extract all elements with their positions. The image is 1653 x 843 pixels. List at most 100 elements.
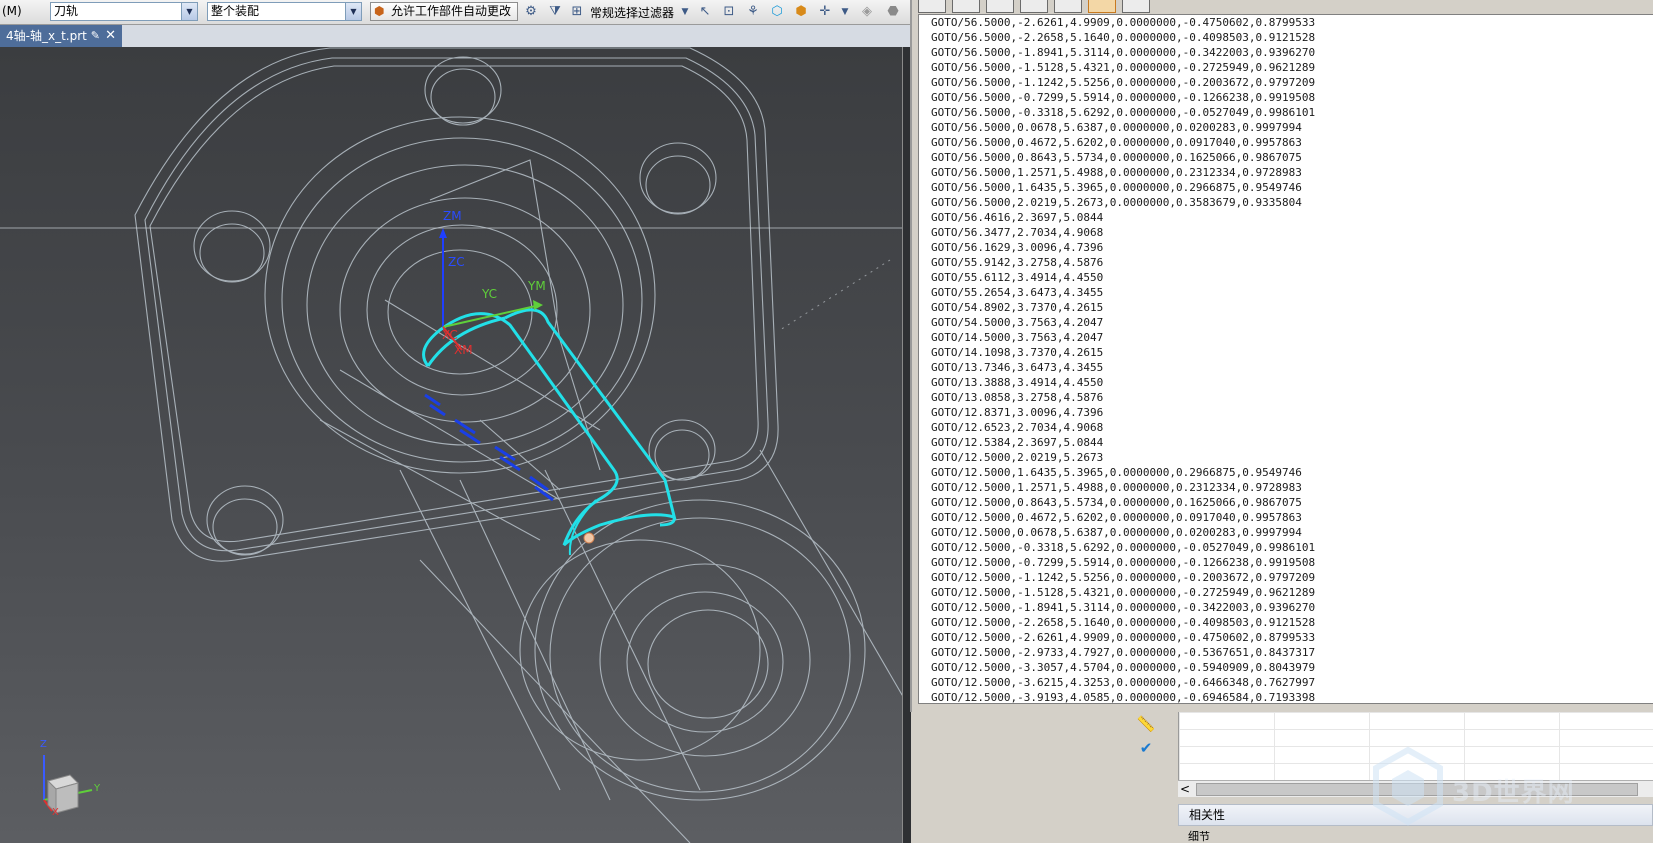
information-window: GOTO/56.5000,-2.6261,4.9909,0.0000000,-0… [910, 0, 1653, 712]
info-line: GOTO/12.5000,-0.3318,5.6292,0.0000000,-0… [931, 541, 1316, 554]
find-icon[interactable] [1020, 0, 1048, 13]
info-line: GOTO/56.5000,-1.1242,5.5256,0.0000000,-0… [931, 76, 1316, 89]
info-line: GOTO/56.3477,2.7034,4.9068 [931, 226, 1104, 239]
chevron-down-icon[interactable]: ▼ [676, 3, 694, 21]
copy-icon[interactable] [986, 0, 1014, 13]
allow-work-part-change-button[interactable]: ⬢ 允许工作部件自动更改 [370, 2, 518, 21]
save-icon[interactable] [952, 0, 980, 13]
close-icon[interactable]: ✕ [105, 25, 116, 47]
info-line: GOTO/55.6112,3.4914,4.4550 [931, 271, 1104, 284]
hexagon-icon[interactable]: ⬡ [768, 3, 786, 21]
info-line: GOTO/56.5000,-0.7299,5.5914,0.0000000,-0… [931, 91, 1316, 104]
filter-funnel-icon[interactable]: ⧩ [546, 3, 564, 21]
triad-z-label: Z [40, 739, 47, 750]
info-line: GOTO/14.1098,3.7370,4.2615 [931, 346, 1104, 359]
selection-toolbar: (M) 刀轨 ▼ 整个装配 ▼ ⬢ 允许工作部件自动更改 ⚙ ⧩ ⊞ 常规选择过… [0, 0, 910, 25]
info-line: GOTO/54.8902,3.7370,4.2615 [931, 301, 1104, 314]
info-line: GOTO/56.5000,0.8643,5.5734,0.0000000,0.1… [931, 151, 1302, 164]
wcs-xc-label: XC [442, 328, 458, 342]
info-line: GOTO/56.4616,2.3697,5.0844 [931, 211, 1104, 224]
triad-x-label: X [52, 807, 59, 818]
info-line: GOTO/12.5000,0.8643,5.5734,0.0000000,0.1… [931, 496, 1302, 509]
constraint-icon[interactable]: ✔ [1136, 738, 1156, 758]
ruler-icon[interactable]: 📏 [1136, 714, 1156, 734]
info-window-toolbar [912, 0, 1653, 14]
wcs-yc-label: YC [482, 287, 498, 301]
info-line: GOTO/12.5384,2.3697,5.0844 [931, 436, 1104, 449]
info-line: GOTO/12.5000,-3.3057,4.5704,0.0000000,-0… [931, 661, 1316, 674]
menu-label[interactable]: (M) [2, 4, 22, 18]
feature-icon[interactable]: ⚘ [744, 3, 762, 21]
info-line: GOTO/56.5000,1.6435,5.3965,0.0000000,0.2… [931, 181, 1302, 194]
type-filter-combo[interactable]: 刀轨 ▼ [50, 2, 198, 21]
info-line: GOTO/12.5000,-1.5128,5.4321,0.0000000,-0… [931, 586, 1316, 599]
info-line: GOTO/13.0858,3.2758,4.5876 [931, 391, 1104, 404]
chevron-down-icon: ▼ [181, 3, 197, 20]
chevron-down-icon[interactable]: ▼ [836, 3, 854, 21]
resource-bar: 📏 ✔ [1128, 712, 1164, 843]
scope-filter-combo[interactable]: 整个装配 ▼ [207, 2, 362, 21]
watermark-logo [1373, 746, 1443, 826]
triad-y-label: Y [94, 783, 101, 794]
watermark-text: 3D世界网 [1452, 778, 1575, 808]
wrap-icon[interactable] [1088, 0, 1116, 13]
component-icon[interactable]: ⬢ [792, 3, 810, 21]
info-line: GOTO/14.5000,3.7563,4.2047 [931, 331, 1104, 344]
type-filter-value: 刀轨 [54, 4, 79, 18]
sheet-icon[interactable]: ⬣ [884, 3, 902, 21]
info-line: GOTO/56.5000,-1.8941,5.3114,0.0000000,-0… [931, 46, 1316, 59]
edit-icon[interactable]: ✎ [91, 25, 100, 47]
selection-filter-icon[interactable]: ⊞ [568, 3, 586, 21]
info-line: GOTO/56.5000,0.0678,5.6387,0.0000000,0.0… [931, 121, 1302, 134]
chevron-down-icon: ▼ [345, 3, 361, 20]
wcs-xm-label: XM [454, 343, 473, 357]
info-line: GOTO/12.5000,-3.6215,4.3253,0.0000000,-0… [931, 676, 1316, 689]
graphics-viewport[interactable]: ZM ZC YC YM XC XM Z Y X [0, 47, 905, 843]
info-line: GOTO/56.1629,3.0096,4.7396 [931, 241, 1104, 254]
info-line: GOTO/12.6523,2.7034,4.9068 [931, 421, 1104, 434]
info-line: GOTO/56.5000,-0.3318,5.6292,0.0000000,-0… [931, 106, 1316, 119]
scroll-left-icon[interactable]: < [1180, 781, 1190, 797]
view-triad[interactable]: Z Y X [30, 737, 110, 818]
point-snap-icon[interactable]: ✛ [816, 3, 834, 21]
pointer-icon[interactable]: ↖ [696, 3, 714, 21]
wcs-zc-label: ZC [448, 255, 465, 269]
info-line: GOTO/56.5000,1.2571,5.4988,0.0000000,0.2… [931, 166, 1302, 179]
info-line: GOTO/56.5000,-2.6261,4.9909,0.0000000,-0… [931, 16, 1316, 29]
info-line: GOTO/12.5000,0.0678,5.6387,0.0000000,0.0… [931, 526, 1302, 539]
clear-icon[interactable] [1122, 0, 1150, 13]
info-line: GOTO/13.3888,3.4914,4.4550 [931, 376, 1104, 389]
info-line: GOTO/12.5000,-3.9193,4.0585,0.0000000,-0… [931, 691, 1316, 704]
document-tab-bar: 4轴-轴_x_t.prt ✎ ✕ [0, 25, 910, 47]
info-line: GOTO/12.5000,1.2571,5.4988,0.0000000,0.2… [931, 481, 1302, 494]
scope-filter-value: 整个装配 [211, 4, 260, 18]
info-line: GOTO/13.7346,3.6473,4.3455 [931, 361, 1104, 374]
info-line: GOTO/12.5000,-1.1242,5.5256,0.0000000,-0… [931, 571, 1316, 584]
info-line: GOTO/12.5000,-2.9733,4.7927,0.0000000,-0… [931, 646, 1316, 659]
part-change-icon: ⬢ [374, 4, 385, 18]
info-line: GOTO/12.5000,2.0219,5.2673 [931, 451, 1104, 464]
general-selection-filter[interactable]: 常规选择过滤器 [590, 4, 674, 21]
snap-icon[interactable]: ⚙ [522, 3, 540, 21]
info-line: GOTO/12.5000,-1.8941,5.3114,0.0000000,-0… [931, 601, 1316, 614]
body-icon[interactable]: ◈ [858, 3, 876, 21]
model-wireframe [0, 47, 905, 843]
info-line: GOTO/55.9142,3.2758,4.5876 [931, 256, 1104, 269]
info-line: GOTO/12.8371,3.0096,4.7396 [931, 406, 1104, 419]
info-line: GOTO/56.5000,2.0219,5.2673,0.0000000,0.3… [931, 196, 1302, 209]
box-select-icon[interactable]: ⊡ [720, 3, 738, 21]
info-line: GOTO/54.5000,3.7563,4.2047 [931, 316, 1104, 329]
details-section[interactable]: 细节 [1178, 830, 1653, 843]
info-line: GOTO/12.5000,-2.2658,5.1640,0.0000000,-0… [931, 616, 1316, 629]
info-line: GOTO/12.5000,-2.6261,4.9909,0.0000000,-0… [931, 631, 1316, 644]
wcs-zm-label: ZM [443, 209, 462, 223]
info-line: GOTO/12.5000,0.4672,5.6202,0.0000000,0.0… [931, 511, 1302, 524]
info-line: GOTO/56.5000,0.4672,5.6202,0.0000000,0.0… [931, 136, 1302, 149]
info-line: GOTO/56.5000,-2.2658,5.1640,0.0000000,-0… [931, 31, 1316, 44]
tab-part-file[interactable]: 4轴-轴_x_t.prt ✎ ✕ [0, 25, 122, 47]
allow-work-part-change-label: 允许工作部件自动更改 [391, 4, 512, 18]
wcs-ym-label: YM [528, 279, 546, 293]
layout-icon[interactable] [1054, 0, 1082, 13]
print-icon[interactable] [918, 0, 946, 13]
info-text-area[interactable]: GOTO/56.5000,-2.6261,4.9909,0.0000000,-0… [918, 14, 1653, 704]
